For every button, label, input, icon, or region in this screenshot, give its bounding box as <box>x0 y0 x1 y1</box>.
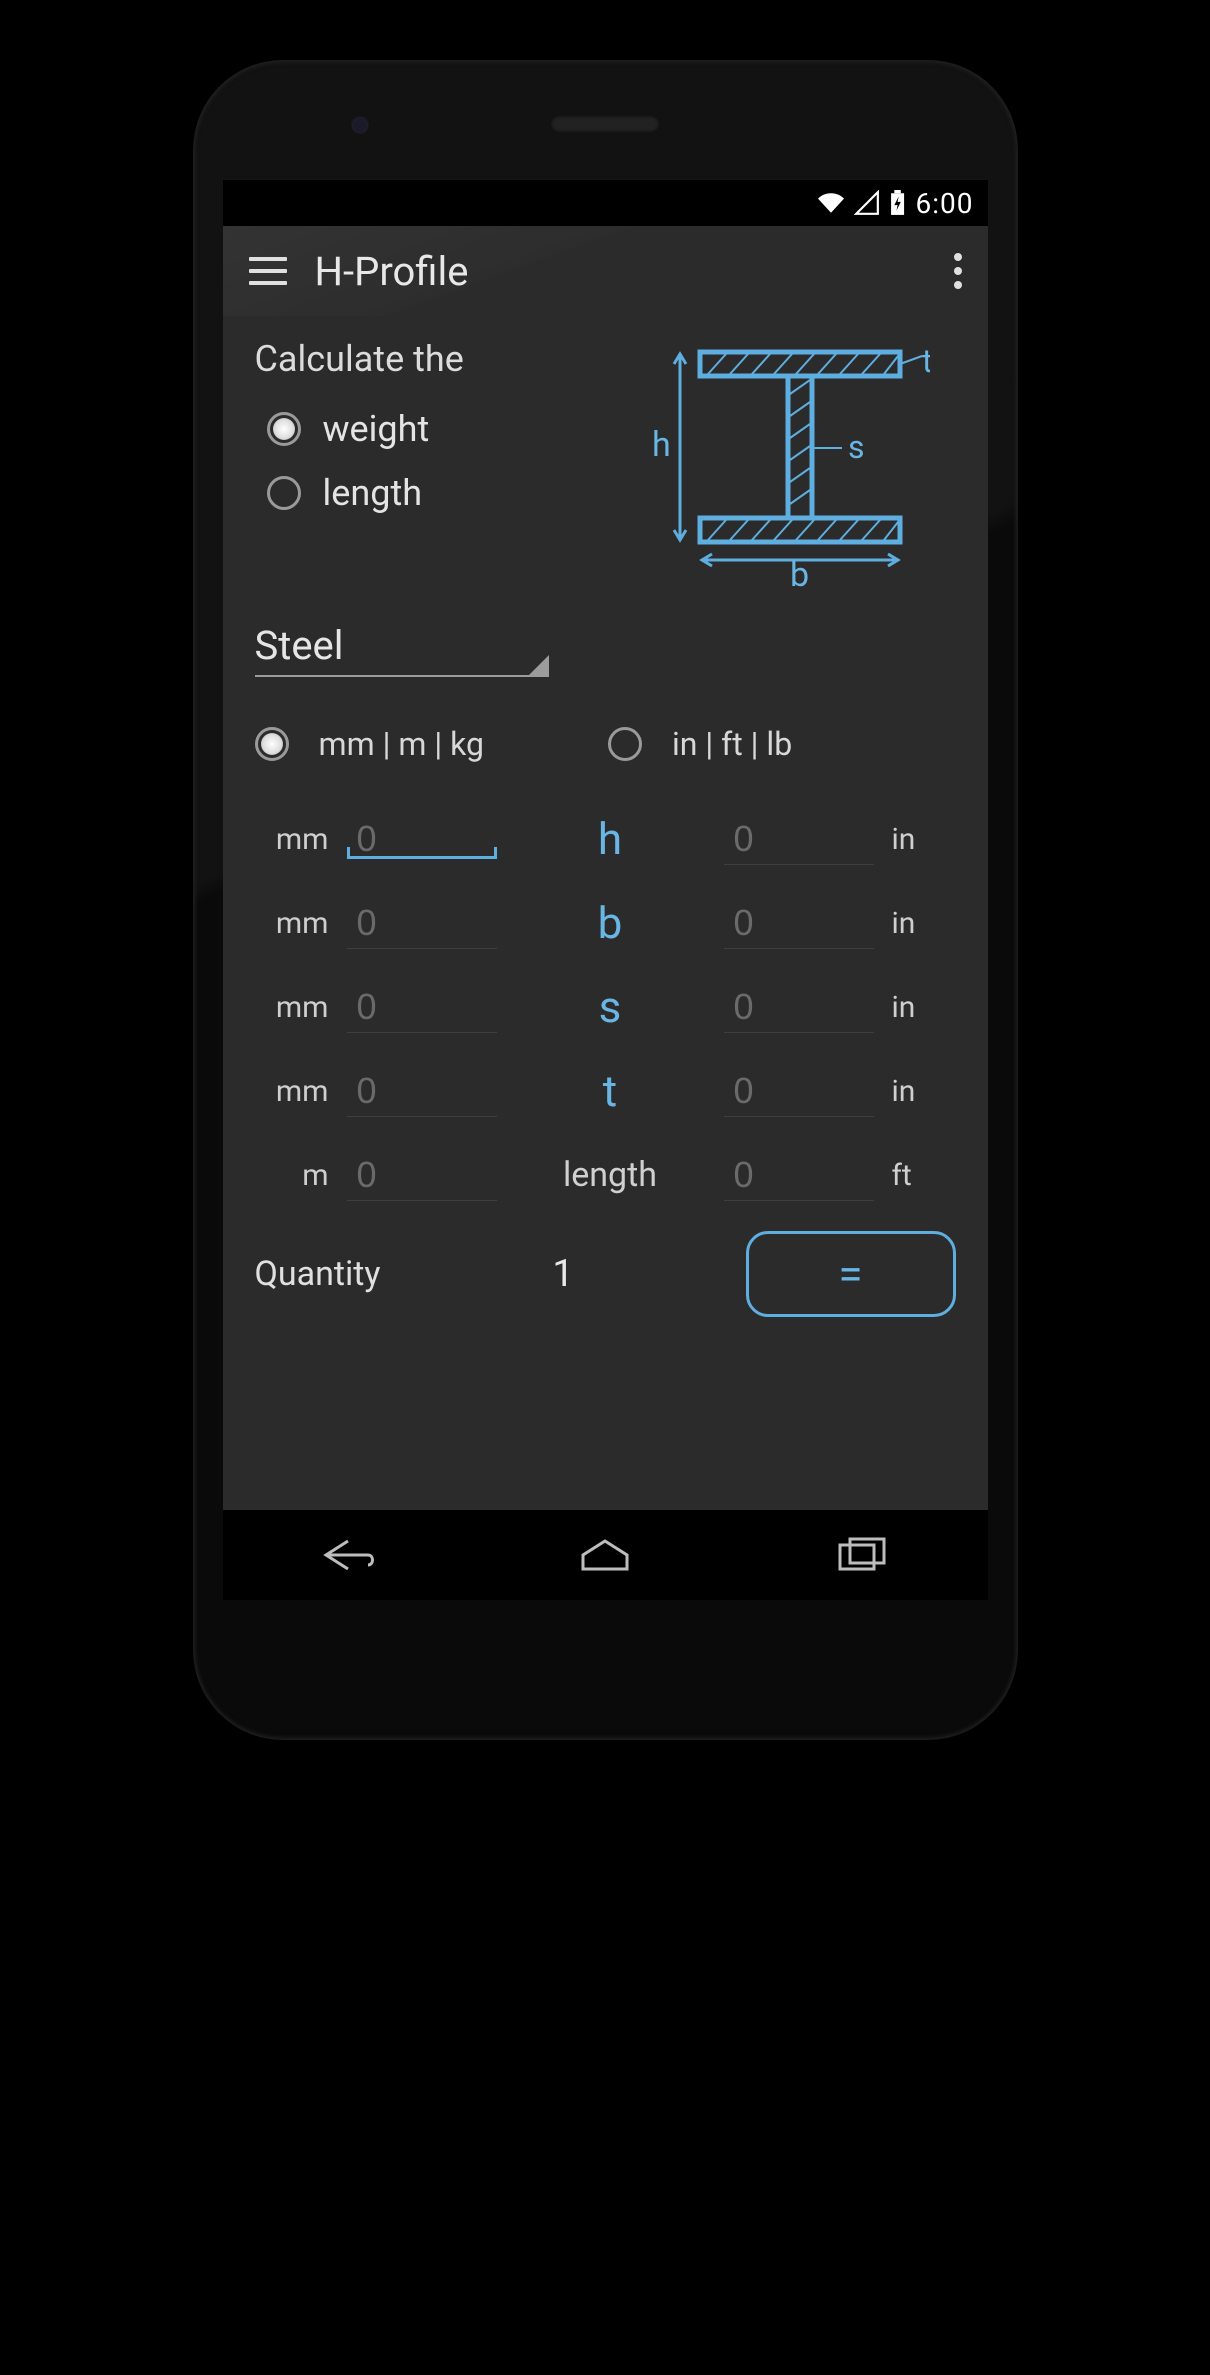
content: Calculate the weight length <box>223 316 988 1510</box>
row-length: m length ft <box>255 1133 956 1217</box>
row-t: mm t in <box>255 1049 956 1133</box>
input-s-imperial[interactable] <box>724 981 874 1033</box>
row-b-right-unit: in <box>886 906 956 941</box>
calc-heading: Calculate the <box>255 338 606 380</box>
quantity-value[interactable]: 1 <box>552 1252 573 1296</box>
units-metric-label: mm | m | kg <box>319 725 484 763</box>
calc-mode-block: Calculate the weight length <box>255 338 606 588</box>
row-s-left-unit: mm <box>255 990 335 1025</box>
units-imperial[interactable]: in | ft | lb <box>602 725 956 763</box>
front-camera <box>353 118 367 132</box>
overflow-menu-icon[interactable] <box>954 253 962 289</box>
phone-frame: 6:00 H-Profile Calculate the weight le <box>193 60 1018 1740</box>
row-b-label: b <box>509 897 712 949</box>
row-length-left-unit: m <box>255 1158 335 1193</box>
status-bar: 6:00 <box>223 180 988 226</box>
row-b-left-unit: mm <box>255 906 335 941</box>
status-clock: 6:00 <box>916 187 974 220</box>
row-length-label: length <box>509 1155 712 1195</box>
radio-metric-indicator <box>255 727 289 761</box>
row-h-left-unit: mm <box>255 822 335 857</box>
dropdown-triangle-icon <box>527 655 549 677</box>
menu-icon[interactable] <box>249 257 287 285</box>
diagram-label-t: t <box>922 342 930 380</box>
home-icon[interactable] <box>575 1535 635 1575</box>
row-h-left-wrap[interactable] <box>347 813 497 865</box>
input-length-imperial[interactable] <box>724 1149 874 1201</box>
row-t-left-unit: mm <box>255 1074 335 1109</box>
material-selected: Steel <box>255 622 344 669</box>
cell-signal-icon <box>854 190 880 216</box>
input-b-metric[interactable] <box>347 897 497 949</box>
diagram-label-b: b <box>790 555 809 588</box>
h-profile-diagram: h b s t <box>605 338 956 588</box>
system-nav-bar <box>223 1510 988 1600</box>
calculate-button[interactable]: = <box>746 1231 956 1317</box>
row-h-label: h <box>509 813 712 865</box>
bottom-row: Quantity 1 = <box>255 1231 956 1317</box>
input-h-imperial[interactable] <box>724 813 874 865</box>
row-s: mm s in <box>255 965 956 1049</box>
radio-weight-indicator <box>267 412 301 446</box>
units-metric[interactable]: mm | m | kg <box>255 725 603 763</box>
wifi-icon <box>818 190 844 216</box>
battery-charging-icon <box>890 190 905 216</box>
app-title: H-Profile <box>315 248 469 295</box>
row-s-label: s <box>509 981 712 1033</box>
quantity-label: Quantity <box>255 1254 381 1294</box>
radio-weight-label: weight <box>323 408 430 450</box>
radio-imperial-indicator <box>608 727 642 761</box>
radio-length-indicator <box>267 476 301 510</box>
input-s-metric[interactable] <box>347 981 497 1033</box>
material-spinner[interactable]: Steel <box>255 622 545 677</box>
action-bar: H-Profile <box>223 226 988 316</box>
row-s-right-unit: in <box>886 990 956 1025</box>
screen: 6:00 H-Profile Calculate the weight le <box>223 180 988 1600</box>
row-b: mm b in <box>255 881 956 965</box>
diagram-label-s: s <box>848 428 865 466</box>
input-length-metric[interactable] <box>347 1149 497 1201</box>
radio-length-label: length <box>323 472 423 514</box>
input-b-imperial[interactable] <box>724 897 874 949</box>
inputs-table: mm h in mm b in mm <box>255 797 956 1217</box>
earpiece <box>550 115 660 133</box>
back-icon[interactable] <box>320 1535 380 1575</box>
radio-weight[interactable]: weight <box>267 408 606 450</box>
recents-icon[interactable] <box>830 1535 890 1575</box>
input-t-metric[interactable] <box>347 1065 497 1117</box>
row-length-right-unit: ft <box>886 1158 956 1193</box>
row-h: mm h in <box>255 797 956 881</box>
diagram-label-h: h <box>652 425 671 465</box>
row-t-right-unit: in <box>886 1074 956 1109</box>
units-row: mm | m | kg in | ft | lb <box>255 725 956 763</box>
radio-length[interactable]: length <box>267 472 606 514</box>
units-imperial-label: in | ft | lb <box>672 725 792 763</box>
row-t-label: t <box>509 1065 712 1117</box>
row-h-right-unit: in <box>886 822 956 857</box>
input-t-imperial[interactable] <box>724 1065 874 1117</box>
